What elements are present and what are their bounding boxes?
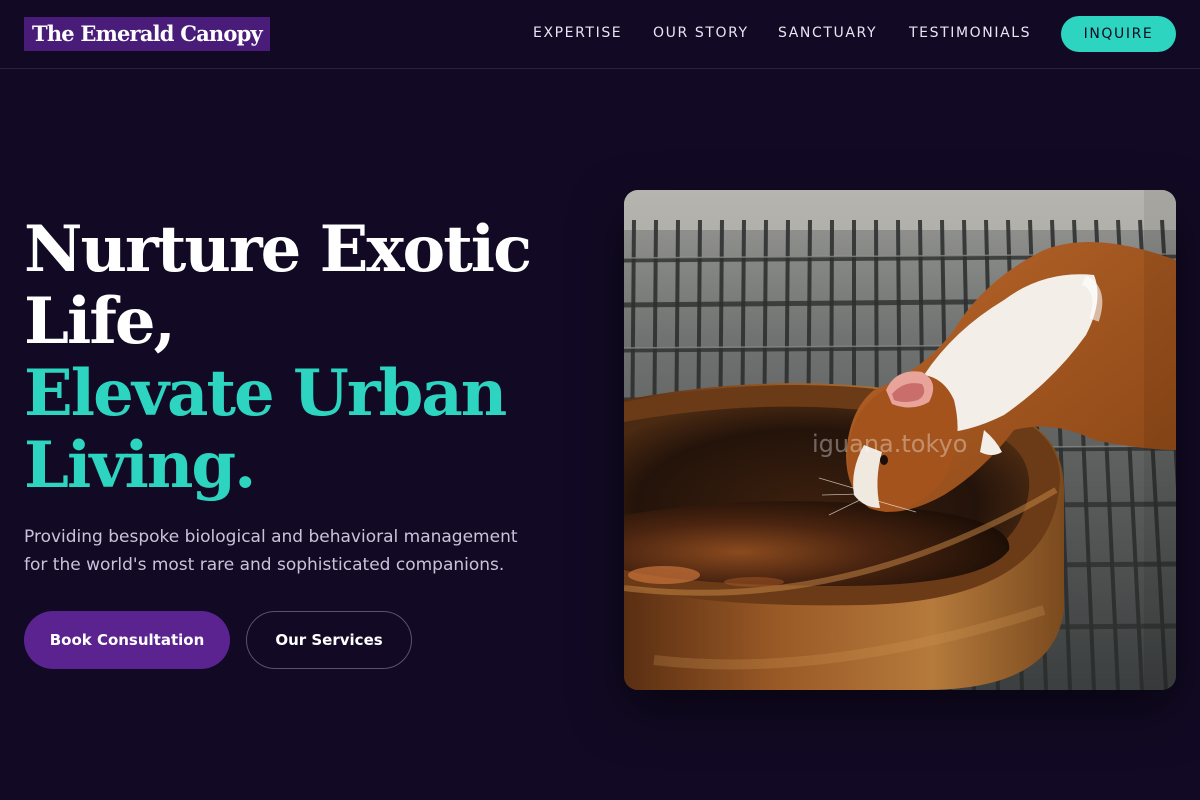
navbar: The Emerald Canopy EXPERTISE OUR STORY S… <box>0 0 1200 69</box>
hero-title-line-1: Nurture Exotic <box>24 212 532 287</box>
our-services-button[interactable]: Our Services <box>246 611 412 669</box>
hero-title: Nurture Exotic Life, Elevate Urban Livin… <box>24 214 584 502</box>
hero-image: iguana.tokyo <box>624 190 1176 690</box>
book-consultation-button[interactable]: Book Consultation <box>24 611 230 669</box>
hero-title-line-3: Elevate Urban <box>24 356 507 431</box>
hero-title-line-2: Life, <box>24 284 176 359</box>
image-watermark: iguana.tokyo <box>812 430 967 458</box>
brand-logo[interactable]: The Emerald Canopy <box>24 17 270 51</box>
inquire-button[interactable]: INQUIRE <box>1061 16 1176 52</box>
nav-link-testimonials[interactable]: TESTIMONIALS <box>909 24 1031 42</box>
nav-link-sanctuary[interactable]: SANCTUARY <box>778 24 877 42</box>
nav-link-expertise[interactable]: EXPERTISE <box>533 24 622 42</box>
nav-link-our-story[interactable]: OUR STORY <box>653 24 749 42</box>
hero-subtitle: Providing bespoke biological and behavio… <box>24 527 518 575</box>
hero-title-line-4: Living. <box>24 428 256 503</box>
